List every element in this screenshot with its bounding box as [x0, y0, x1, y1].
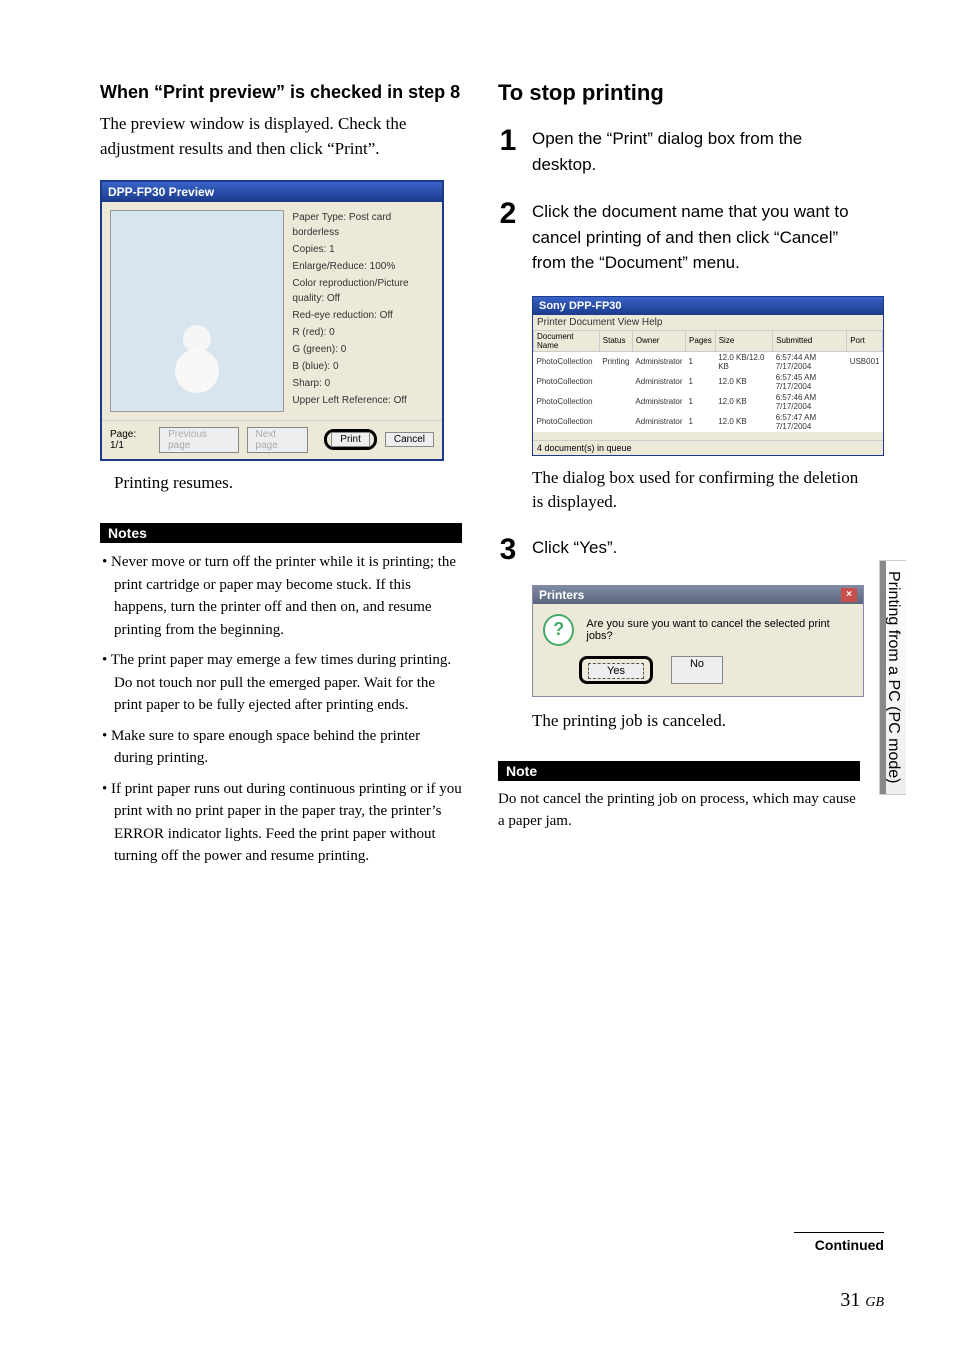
step-body: Open the “Print” dialog box from the des… [532, 126, 860, 177]
left-heading: When “Print preview” is checked in step … [100, 80, 462, 104]
confirm-buttons: Yes No [533, 656, 863, 696]
confirm-dialog: Printers × ? Are you sure you want to ca… [532, 585, 864, 697]
preview-footer: Page: 1/1 Previous page Next page Print … [102, 420, 442, 459]
col-pages[interactable]: Pages [686, 330, 716, 351]
section-tab: Printing from a PC (PC mode) [879, 560, 906, 795]
preview-window: DPP-FP30 Preview Paper Type: Post card b… [100, 180, 444, 461]
table-row[interactable]: PhotoCollectionAdministrator112.0 KB6:57… [534, 392, 883, 412]
step-1: 1 Open the “Print” dialog box from the d… [498, 126, 860, 177]
close-icon[interactable]: × [841, 588, 857, 602]
preview-titlebar: DPP-FP30 Preview [102, 182, 442, 202]
col-status[interactable]: Status [599, 330, 632, 351]
page-suffix: GB [865, 1295, 884, 1310]
table-row[interactable]: PhotoCollectionPrintingAdministrator112.… [534, 351, 883, 372]
col-port[interactable]: Port [847, 330, 883, 351]
note-label: Note [498, 761, 860, 781]
table-row[interactable]: PhotoCollectionAdministrator112.0 KB6:57… [534, 372, 883, 392]
page: When “Print preview” is checked in step … [0, 0, 954, 1352]
prev-page-button[interactable]: Previous page [159, 427, 238, 453]
step-body: Click the document name that you want to… [532, 199, 860, 276]
print-button[interactable]: Print [331, 432, 370, 447]
step-number: 1 [498, 126, 518, 177]
queue-menubar[interactable]: Printer Document View Help [533, 315, 883, 330]
step-2: 2 Click the document name that you want … [498, 199, 860, 276]
preview-info: Paper Type: Post card borderless Copies:… [292, 202, 442, 420]
pv-info-line: B (blue): 0 [292, 359, 436, 374]
left-column: When “Print preview” is checked in step … [100, 80, 462, 1312]
queue-titlebar: Sony DPP-FP30 [533, 297, 883, 315]
preview-image [110, 210, 284, 412]
note-item: Make sure to spare enough space behind t… [100, 725, 462, 770]
pv-info-line: Upper Left Reference: Off [292, 393, 436, 408]
table-row[interactable]: PhotoCollectionAdministrator112.0 KB6:57… [534, 412, 883, 432]
confirm-title: Printers [539, 588, 584, 602]
note-item: Never move or turn off the printer while… [100, 551, 462, 641]
yes-button-highlight: Yes [579, 656, 653, 684]
note-item: The print paper may emerge a few times d… [100, 649, 462, 717]
queue-scrollbar[interactable] [533, 432, 883, 440]
queue-status: 4 document(s) in queue [533, 440, 883, 455]
notes-list: Never move or turn off the printer while… [100, 551, 462, 876]
col-doc[interactable]: Document Name [534, 330, 600, 351]
preview-body: Paper Type: Post card borderless Copies:… [102, 202, 442, 420]
pv-info-line: Color reproduction/Picture quality: Off [292, 276, 436, 306]
note-item: If print paper runs out during continuou… [100, 778, 462, 868]
after-step2: The dialog box used for confirming the d… [532, 466, 860, 515]
table-header: Document Name Status Owner Pages Size Su… [534, 330, 883, 351]
col-owner[interactable]: Owner [632, 330, 685, 351]
print-button-highlight: Print [324, 429, 377, 450]
col-sub[interactable]: Submitted [773, 330, 847, 351]
step-number: 2 [498, 199, 518, 276]
pv-info-line: Enlarge/Reduce: 100% [292, 259, 436, 274]
queue-table: Document Name Status Owner Pages Size Su… [533, 330, 883, 432]
no-button[interactable]: No [671, 656, 723, 684]
confirm-msg: Are you sure you want to cancel the sele… [586, 618, 853, 642]
step-body: Click “Yes”. [532, 535, 860, 565]
pv-info-line: Sharp: 0 [292, 376, 436, 391]
confirm-titlebar: Printers × [533, 586, 863, 604]
step-3: 3 Click “Yes”. [498, 535, 860, 565]
pv-info-line: Copies: 1 [292, 242, 436, 257]
col-size[interactable]: Size [715, 330, 772, 351]
printing-resumes: Printing resumes. [114, 471, 462, 496]
pv-info-line: Red-eye reduction: Off [292, 308, 436, 323]
right-heading: To stop printing [498, 80, 860, 106]
note-text: Do not cancel the printing job on proces… [498, 789, 860, 833]
snowman-icon [169, 325, 225, 405]
print-queue: Sony DPP-FP30 Printer Document View Help… [532, 296, 884, 456]
after-step3: The printing job is canceled. [532, 709, 860, 734]
page-counter: Page: 1/1 [110, 429, 151, 451]
page-number: 31 GB [840, 1289, 884, 1311]
question-icon: ? [543, 614, 574, 646]
pv-info-line: Paper Type: Post card borderless [292, 210, 436, 240]
right-column: To stop printing 1 Open the “Print” dial… [498, 80, 860, 1312]
next-page-button[interactable]: Next page [247, 427, 309, 453]
pv-info-line: R (red): 0 [292, 325, 436, 340]
page-number-value: 31 [840, 1289, 860, 1311]
confirm-body: ? Are you sure you want to cancel the se… [533, 604, 863, 656]
notes-label: Notes [100, 523, 462, 543]
continued-label: Continued [794, 1232, 884, 1253]
left-intro: The preview window is displayed. Check t… [100, 112, 462, 161]
cancel-button[interactable]: Cancel [385, 432, 434, 447]
step-number: 3 [498, 535, 518, 565]
footer: Continued 31 GB [794, 1232, 884, 1312]
pv-info-line: G (green): 0 [292, 342, 436, 357]
yes-button[interactable]: Yes [588, 663, 644, 679]
